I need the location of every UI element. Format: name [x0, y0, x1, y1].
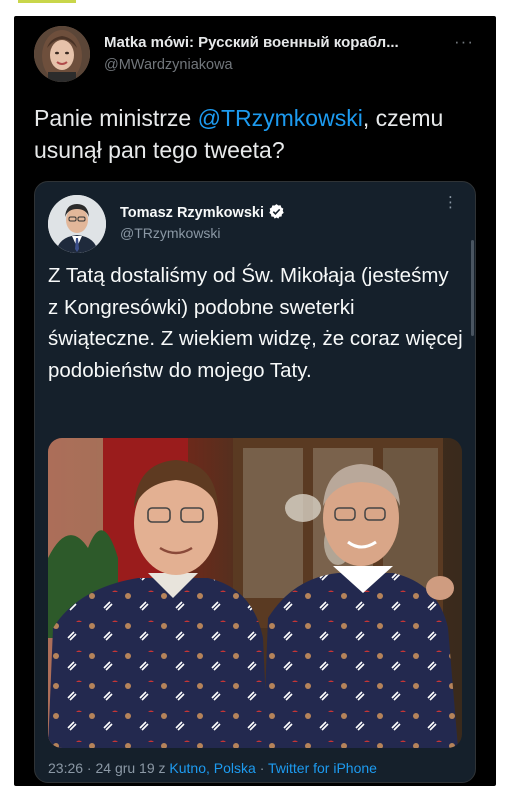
verified-badge-icon	[268, 203, 285, 224]
outer-text-prefix: Panie ministrze	[34, 105, 198, 131]
quoted-tweet-card[interactable]: Tomasz Rzymkowski @TRzymkowski ⋮ Z Tatą …	[34, 181, 476, 783]
quoted-tweet-meta: 23:26 · 24 gru 19 z Kutno, Polska · Twit…	[48, 760, 377, 776]
timestamp[interactable]: 23:26 · 24 gru 19 z	[48, 760, 169, 776]
quoted-author-avatar[interactable]	[48, 195, 106, 253]
quoted-author-name-text[interactable]: Tomasz Rzymkowski	[120, 205, 264, 221]
quoted-more-options-icon[interactable]: ⋮	[443, 195, 458, 210]
scrollbar[interactable]	[471, 240, 474, 336]
quoted-tweet-text: Z Tatą dostaliśmy od Św. Mikołaja (jeste…	[48, 264, 463, 382]
mention-link[interactable]: @TRzymkowski	[198, 105, 363, 131]
quoted-author-name[interactable]: Tomasz Rzymkowski	[120, 203, 285, 224]
meta-separator: ·	[255, 760, 269, 776]
outer-author-handle[interactable]: @MWardzyniakowa	[104, 57, 233, 73]
more-options-icon[interactable]: ···	[454, 32, 474, 52]
tweet-container: Matka mówi: Русский военный корабл... @M…	[14, 16, 496, 786]
outer-author-name[interactable]: Matka mówi: Русский военный корабл...	[104, 34, 399, 51]
tweet-photo[interactable]	[48, 438, 462, 748]
outer-tweet-text: Panie ministrze @TRzymkowski, czemu usun…	[34, 102, 474, 166]
top-strip	[0, 0, 511, 14]
outer-author-avatar[interactable]	[34, 26, 90, 82]
top-accent-mark	[18, 0, 76, 3]
location-link[interactable]: Kutno, Polska	[169, 760, 255, 776]
quoted-author-handle[interactable]: @TRzymkowski	[120, 225, 221, 241]
source-link[interactable]: Twitter for iPhone	[268, 760, 377, 776]
